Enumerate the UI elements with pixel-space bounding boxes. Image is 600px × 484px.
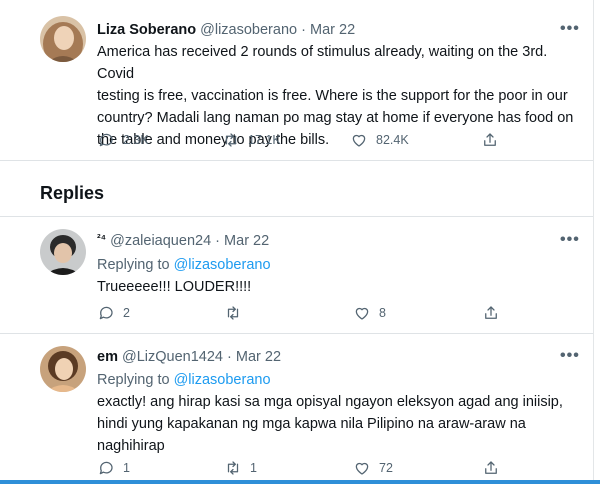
share-button[interactable] xyxy=(482,304,500,322)
column-border xyxy=(593,0,594,484)
separator-dot: · xyxy=(227,349,232,365)
tweet-date[interactable]: Mar 22 xyxy=(236,349,281,365)
author-line: ²⁴ @zaleiaquen24 · Mar 22 xyxy=(97,233,269,249)
replying-to-line: Replying to @lizasoberano xyxy=(97,257,271,273)
author-display-name[interactable]: Liza Soberano xyxy=(97,22,196,38)
author-line: em @LizQuen1424 · Mar 22 xyxy=(97,349,281,365)
replying-to-line: Replying to @lizasoberano xyxy=(97,372,271,388)
main-tweet[interactable]: Liza Soberano @lizasoberano · Mar 22 •••… xyxy=(0,0,594,160)
tweet-text: exactly! ang hirap kasi sa mga opisyal n… xyxy=(97,391,587,457)
tweet-text-line: exactly! ang hirap kasi sa mga opisyal n… xyxy=(97,394,563,410)
reply-count: 2.3K xyxy=(123,133,149,147)
replying-to-handle-link[interactable]: @lizasoberano xyxy=(174,257,271,273)
share-upload-icon xyxy=(485,306,497,319)
retweet-count: 1 xyxy=(250,461,257,475)
tweet-text: Trueeeee!!! LOUDER!!!! xyxy=(97,276,587,298)
avatar[interactable] xyxy=(40,229,86,275)
reply-bubble-icon xyxy=(99,306,113,320)
avatar-photo xyxy=(40,346,86,392)
more-horizontal-icon[interactable]: ••• xyxy=(560,231,580,249)
avatar-photo xyxy=(40,16,86,62)
tweet-date[interactable]: Mar 22 xyxy=(224,233,269,249)
avatar[interactable] xyxy=(40,16,86,62)
bottom-accent-bar xyxy=(0,480,600,484)
tweet-date[interactable]: Mar 22 xyxy=(310,22,355,38)
twitter-thread-view: Liza Soberano @lizasoberano · Mar 22 •••… xyxy=(0,0,600,484)
tweet-text-line: America has received 2 rounds of stimulu… xyxy=(97,44,548,82)
retweet-count: 17.1K xyxy=(248,133,281,147)
author-line: Liza Soberano @lizasoberano · Mar 22 xyxy=(97,22,355,38)
share-button[interactable] xyxy=(481,131,499,149)
tweet-text-line: hindi yung kapakanan ng mga kapwa nila P… xyxy=(97,416,526,432)
separator-dot: · xyxy=(301,22,306,38)
reply-bubble-icon xyxy=(99,133,113,147)
tweet-text-line: Trueeeee!!! LOUDER!!!! xyxy=(97,279,252,295)
section-divider xyxy=(0,160,594,161)
retweet-button[interactable] xyxy=(224,304,250,322)
share-upload-icon xyxy=(485,461,497,474)
reply-count: 2 xyxy=(123,306,130,320)
retweet-icon xyxy=(227,306,239,320)
reply-bubble-icon xyxy=(99,461,113,475)
separator-dot: · xyxy=(215,233,221,249)
author-handle[interactable]: @LizQuen1424 xyxy=(122,349,223,365)
reply-tweet[interactable]: ²⁴ @zaleiaquen24 · Mar 22 ••• Replying t… xyxy=(0,217,594,333)
reply-button[interactable]: 2 xyxy=(97,304,130,322)
retweet-icon xyxy=(227,461,239,475)
author-display-name[interactable]: ²⁴ xyxy=(97,233,106,245)
retweet-button[interactable]: 17.1K xyxy=(222,131,281,149)
avatar[interactable] xyxy=(40,346,86,392)
reply-count: 1 xyxy=(123,461,130,475)
heart-icon xyxy=(355,307,369,320)
replying-to-label: Replying to xyxy=(97,372,170,388)
tweet-text-line: naghihirap xyxy=(97,438,165,454)
more-horizontal-icon[interactable]: ••• xyxy=(560,20,580,38)
author-display-name[interactable]: em xyxy=(97,349,118,365)
tweet-actions: 2.3K 17.1K 82.4K xyxy=(97,131,517,151)
heart-icon xyxy=(352,134,366,147)
like-count: 72 xyxy=(379,461,393,475)
avatar-photo xyxy=(40,229,86,275)
share-upload-icon xyxy=(484,133,496,146)
author-handle[interactable]: @lizasoberano xyxy=(200,22,297,38)
like-count: 8 xyxy=(379,306,386,320)
retweet-icon xyxy=(225,133,237,147)
like-count: 82.4K xyxy=(376,133,409,147)
reply-button[interactable]: 1 xyxy=(97,459,130,477)
tweet-actions: 1 1 72 xyxy=(97,459,517,479)
share-button[interactable] xyxy=(482,459,500,477)
reply-button[interactable]: 2.3K xyxy=(97,131,149,149)
tweet-actions: 2 8 xyxy=(97,304,517,324)
author-handle[interactable]: @zaleiaquen24 xyxy=(110,233,211,249)
tweet-text-line: testing is free, vaccination is free. Wh… xyxy=(97,88,568,104)
like-button[interactable]: 82.4K xyxy=(350,131,409,149)
replying-to-label: Replying to xyxy=(97,257,170,273)
retweet-button[interactable]: 1 xyxy=(224,459,257,477)
heart-icon xyxy=(355,462,369,475)
replies-heading: Replies xyxy=(40,183,105,203)
like-button[interactable]: 8 xyxy=(353,304,386,322)
tweet-text-line: country? Madali lang naman po mag stay a… xyxy=(97,110,574,126)
replying-to-handle-link[interactable]: @lizasoberano xyxy=(174,372,271,388)
more-horizontal-icon[interactable]: ••• xyxy=(560,347,580,365)
like-button[interactable]: 72 xyxy=(353,459,393,477)
reply-tweet[interactable]: em @LizQuen1424 · Mar 22 ••• Replying to… xyxy=(0,334,594,480)
